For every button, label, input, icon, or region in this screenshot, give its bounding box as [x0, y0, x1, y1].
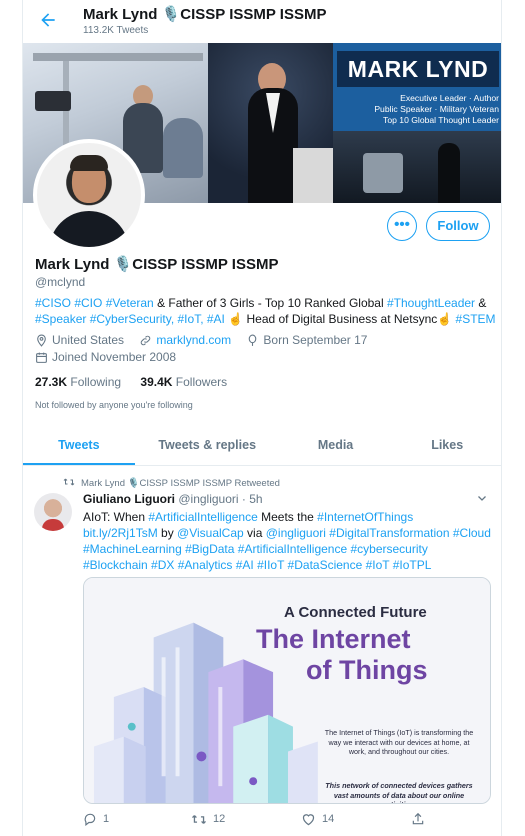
heart-icon	[302, 814, 315, 826]
tweet-header: Giuliano Liguori @ingliguori · 5h	[83, 492, 263, 506]
follow-counts: 27.3K Following 39.4K Followers	[35, 375, 227, 389]
banner-name: MARK LYND	[337, 51, 499, 87]
share-icon	[412, 812, 424, 825]
tab-media[interactable]: Media	[280, 425, 392, 465]
not-followed-note: Not followed by anyone you're following	[35, 400, 193, 410]
retweet-count: 12	[213, 813, 226, 825]
tweet-text-part: by	[157, 526, 178, 540]
tab-tweets[interactable]: Tweets	[23, 425, 135, 465]
profile-handle: @mclynd	[35, 275, 86, 289]
location-text: United States	[52, 333, 125, 347]
share-button[interactable]	[411, 812, 431, 826]
tweet-author-name[interactable]: Giuliano Liguori	[83, 492, 175, 506]
bio-hashtag-thoughtleader[interactable]: #ThoughtLeader	[387, 296, 475, 310]
tweet-media-card[interactable]: A Connected Future The Internet of Thing…	[83, 577, 491, 804]
bio-text-1: & Father of 3 Girls - Top 10 Ranked Glob…	[153, 296, 387, 310]
reply-count: 1	[103, 813, 110, 825]
profile-avatar[interactable]	[33, 139, 145, 251]
bio-hashtag-stem[interactable]: #STEM	[456, 312, 496, 326]
tweet-actions: 1 12 14	[83, 812, 483, 826]
chevron-down-icon[interactable]	[476, 492, 488, 504]
header-tweet-count: 113.2K Tweets	[83, 25, 149, 36]
card-title-line3: of Things	[306, 655, 428, 685]
card-title-line1: A Connected Future	[284, 604, 427, 621]
like-button[interactable]: 14	[301, 812, 411, 826]
hashtag-link[interactable]: #ArtificialIntelligence	[148, 510, 257, 524]
bio-text-2: &	[475, 296, 487, 310]
hashtag-links[interactable]: #MachineLearning #BigData #ArtificialInt…	[83, 542, 428, 556]
card-title-line2: The Internet	[256, 624, 411, 654]
like-count: 14	[322, 813, 335, 825]
reply-icon	[84, 813, 96, 826]
tweet-text-part: Meets the	[257, 510, 318, 524]
calendar-icon	[36, 352, 47, 363]
retweet-icon	[192, 814, 206, 824]
retweet-button[interactable]: 12	[191, 812, 301, 826]
location-item: United States	[35, 333, 124, 347]
followers-count: 39.4K	[140, 375, 173, 389]
balloon-icon	[249, 334, 257, 346]
website-link[interactable]: marklynd.com	[156, 333, 231, 347]
retweet-context-text[interactable]: Mark Lynd 🎙️CISSP ISSMP ISSMP Retweeted	[81, 478, 280, 489]
tweet-text: AIoT: When #ArtificialIntelligence Meets…	[83, 509, 493, 573]
hashtag-link[interactable]: #InternetOfThings	[317, 510, 413, 524]
joined-text: Joined November 2008	[52, 350, 177, 364]
following-label: Following	[70, 375, 122, 389]
reply-button[interactable]: 1	[83, 812, 183, 826]
bio-hashtags-1[interactable]: #CISO #CIO #Veteran	[35, 296, 154, 310]
header-title: Mark Lynd 🎙️CISSP ISSMP ISSMP	[83, 6, 327, 23]
banner-photo-speaker	[208, 43, 333, 203]
tab-tweets-replies[interactable]: Tweets & replies	[135, 425, 280, 465]
following-count: 27.3K	[35, 375, 68, 389]
profile-header: Mark Lynd 🎙️CISSP ISSMP ISSMP 113.2K Twe…	[23, 0, 501, 43]
birthday-item: Born September 17	[246, 333, 367, 347]
banner-brand-panel: MARK LYND Executive Leader · Author Publ…	[333, 43, 501, 203]
bio-hashtags-2[interactable]: #Speaker #CyberSecurity, #IoT, #AI	[35, 312, 225, 326]
tweet-time[interactable]: · 5h	[242, 492, 263, 506]
retweet-icon	[63, 478, 75, 486]
website-item[interactable]: marklynd.com	[139, 333, 231, 347]
tweet-text-part: via	[243, 526, 266, 540]
joined-item: Joined November 2008	[35, 350, 176, 364]
bio-text-3: ☝️ Head of Digital Business at Netsync☝️	[224, 312, 456, 326]
mention-link[interactable]: @VisualCap	[177, 526, 244, 540]
profile-meta-row: United States marklynd.com Born Septembe…	[35, 333, 379, 350]
tab-likes[interactable]: Likes	[391, 425, 501, 465]
link-icon	[141, 335, 151, 345]
banner-tagline: Executive Leader · Author Public Speaker…	[374, 93, 499, 125]
follow-button[interactable]: Follow	[426, 211, 490, 241]
back-arrow-icon[interactable]	[38, 10, 58, 30]
tweet-author-handle[interactable]: @ingliguori	[178, 492, 238, 506]
profile-joined-row: Joined November 2008	[35, 350, 188, 367]
profile-tabs: Tweets Tweets & replies Media Likes	[23, 425, 501, 466]
birthday-text: Born September 17	[263, 333, 368, 347]
hashtag-links[interactable]: #Blockchain #DX #Analytics #AI #IIoT #Da…	[83, 558, 431, 572]
followers-count-link[interactable]: 39.4K Followers	[140, 375, 227, 389]
profile-name: Mark Lynd 🎙️CISSP ISSMP ISSMP	[35, 256, 279, 273]
tweet-author-avatar[interactable]	[34, 493, 72, 531]
card-body-text: The Internet of Things (IoT) is transfor…	[324, 728, 474, 756]
profile-column: Mark Lynd 🎙️CISSP ISSMP ISSMP 113.2K Twe…	[22, 0, 502, 836]
tweet-text-part: AIoT: When	[83, 510, 149, 524]
followers-label: Followers	[175, 375, 228, 389]
card-body-text-bold: This network of connected devices gather…	[325, 781, 473, 803]
location-pin-icon	[37, 334, 46, 347]
retweet-context: Mark Lynd 🎙️CISSP ISSMP ISSMP Retweeted	[63, 477, 280, 489]
profile-bio: #CISO #CIO #Veteran & Father of 3 Girls …	[35, 295, 496, 327]
more-options-button[interactable]: •••	[387, 211, 417, 241]
short-url-link[interactable]: bit.ly/2Rj1TsM	[83, 526, 158, 540]
following-count-link[interactable]: 27.3K Following	[35, 375, 121, 389]
mention-hashtag-links[interactable]: @ingliguori #DigitalTransformation #Clou…	[266, 526, 491, 540]
